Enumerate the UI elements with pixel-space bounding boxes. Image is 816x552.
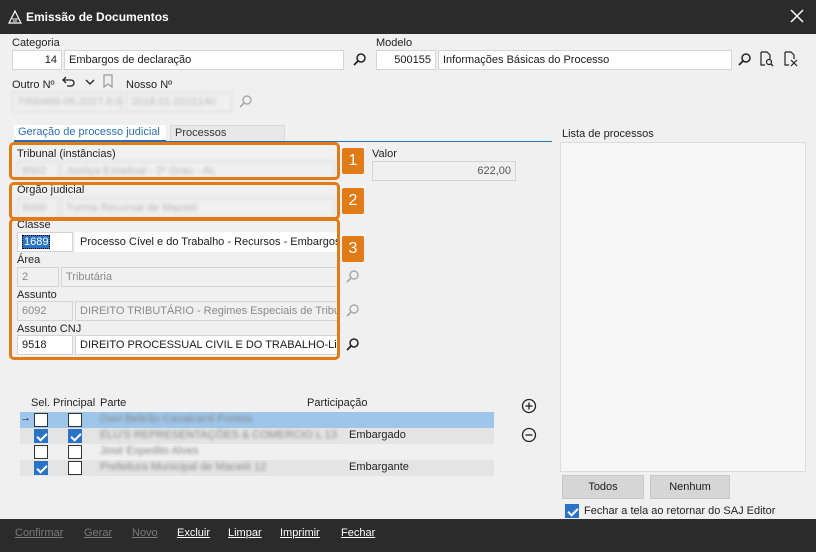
valor-label: Valor (372, 148, 397, 160)
confirmar-button[interactable]: Confirmar (15, 527, 63, 539)
limpar-button[interactable]: Limpar (228, 527, 262, 539)
row-pointer-icon: → (20, 412, 31, 424)
principal-checkbox[interactable] (68, 445, 82, 459)
categoria-name-field[interactable]: Embargos de declaração (64, 50, 344, 70)
lista-processos-box[interactable] (560, 142, 806, 472)
outro-numero-field[interactable]: 7000489-05.2017.8.02.0001 (12, 92, 122, 112)
fechar-tela-label: Fechar a tela ao retornar do SAJ Editor (584, 505, 776, 517)
search-icon[interactable] (238, 94, 254, 110)
parte-name: ELU'S REPRESENTAÇÕES & COMERCIO L 13 (100, 429, 337, 441)
nenhum-button[interactable]: Nenhum (650, 475, 730, 499)
search-icon[interactable] (345, 303, 361, 319)
table-row[interactable]: → Davi Beltrão Cavalcanti Portela (20, 412, 494, 428)
column-header-principal: Principal (53, 397, 96, 409)
outro-numero-label: Outro Nº (12, 79, 55, 91)
table-row[interactable]: José Expedito Alves (20, 444, 494, 460)
callout-badge-1: 1 (342, 148, 364, 174)
app-icon (8, 10, 22, 24)
participacao-value: Embargado (349, 429, 406, 441)
search-icon[interactable] (737, 52, 753, 68)
nosso-numero-field[interactable]: 2018.01.0101140 (126, 92, 232, 112)
parte-name: José Expedito Alves (100, 445, 199, 457)
todos-button[interactable]: Todos (562, 475, 644, 499)
tab-processos-vinculados[interactable]: Processos vinculados (170, 125, 285, 154)
tab-geracao-processo[interactable]: Geração de processo judicial (14, 125, 166, 142)
table-row[interactable]: ELU'S REPRESENTAÇÕES & COMERCIO L 13 Emb… (20, 428, 494, 444)
fechar-button[interactable]: Fechar (341, 527, 375, 539)
sel-checkbox[interactable] (34, 445, 48, 459)
column-header-participacao: Participação (307, 397, 368, 409)
parte-name: Davi Beltrão Cavalcanti Portela (100, 413, 253, 425)
add-circle-icon[interactable] (521, 398, 537, 414)
fechar-tela-checkbox[interactable] (565, 504, 579, 518)
callout-badge-3: 3 (342, 236, 364, 262)
bookmark-icon[interactable] (100, 73, 116, 89)
search-icon[interactable] (345, 337, 361, 353)
column-header-sel: Sel. (31, 397, 50, 409)
search-icon[interactable] (345, 269, 361, 285)
gerar-button[interactable]: Gerar (84, 527, 112, 539)
chevron-down-icon[interactable] (82, 74, 98, 90)
categoria-label: Categoria (12, 37, 60, 49)
window-title: Emissão de Documentos (26, 10, 169, 24)
nosso-numero-label: Nosso Nº (126, 79, 173, 91)
callout-box-1 (9, 142, 340, 180)
lista-processos-label: Lista de processos (562, 128, 654, 140)
document-search-icon[interactable] (758, 51, 774, 67)
bottom-toolbar: Confirmar Gerar Novo Excluir Limpar Impr… (0, 519, 816, 552)
search-icon[interactable] (352, 52, 368, 68)
principal-checkbox[interactable] (68, 461, 82, 475)
table-row[interactable]: Prefeitura Municipal de Maceió 12 Embarg… (20, 460, 494, 476)
callout-badge-2: 2 (342, 188, 364, 214)
principal-checkbox[interactable] (68, 429, 82, 443)
undo-icon[interactable] (60, 74, 76, 90)
excluir-button[interactable]: Excluir (177, 527, 210, 539)
sel-checkbox[interactable] (34, 413, 48, 427)
valor-field[interactable]: 622,00 (372, 161, 516, 181)
modelo-label: Modelo (376, 37, 413, 49)
column-header-parte: Parte (100, 397, 127, 409)
remove-circle-icon[interactable] (521, 427, 537, 443)
principal-checkbox[interactable] (68, 413, 82, 427)
modelo-code-field[interactable]: 500155 (376, 50, 436, 70)
callout-box-3 (9, 218, 340, 360)
callout-box-2 (9, 182, 340, 220)
sel-checkbox[interactable] (34, 429, 48, 443)
modelo-name-field[interactable]: Informações Básicas do Processo (438, 50, 732, 70)
participacao-value: Embargante (349, 461, 409, 473)
novo-button[interactable]: Novo (132, 527, 158, 539)
sel-checkbox[interactable] (34, 461, 48, 475)
parties-grid: Sel. Principal Parte Participação → Davi… (18, 393, 496, 505)
categoria-code-field[interactable]: 14 (12, 50, 62, 70)
document-settings-icon[interactable] (782, 51, 798, 67)
parte-name: Prefeitura Municipal de Maceió 12 (100, 461, 267, 473)
imprimir-button[interactable]: Imprimir (280, 527, 320, 539)
close-icon[interactable] (788, 7, 806, 25)
title-bar: Emissão de Documentos (0, 0, 816, 34)
